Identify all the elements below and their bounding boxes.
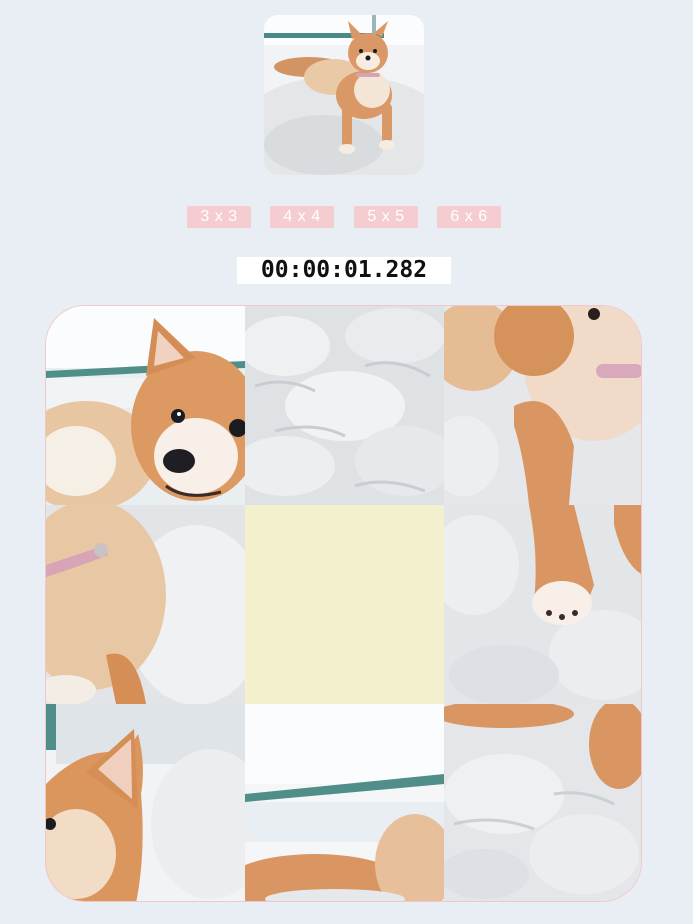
- timer-display: 00:00:01.282: [237, 257, 451, 284]
- size-selector: 3 x 3 4 x 4 5 x 5 6 x 6: [0, 206, 693, 228]
- puzzle-tile[interactable]: [245, 306, 444, 505]
- puzzle-tile[interactable]: [444, 505, 641, 704]
- size-button-3x3[interactable]: 3 x 3: [187, 206, 251, 228]
- size-button-6x6[interactable]: 6 x 6: [437, 206, 501, 228]
- puzzle-tile[interactable]: [245, 704, 444, 901]
- puzzle-tile[interactable]: [444, 704, 641, 901]
- preview-image: [264, 15, 424, 175]
- empty-slot: [245, 505, 444, 704]
- size-button-4x4[interactable]: 4 x 4: [270, 206, 334, 228]
- puzzle-tile[interactable]: [46, 704, 245, 901]
- puzzle-tile[interactable]: [46, 306, 245, 505]
- puzzle-tile[interactable]: [444, 306, 641, 505]
- puzzle-tile[interactable]: [46, 505, 245, 704]
- size-button-5x5[interactable]: 5 x 5: [354, 206, 418, 228]
- puzzle-board: [45, 305, 642, 902]
